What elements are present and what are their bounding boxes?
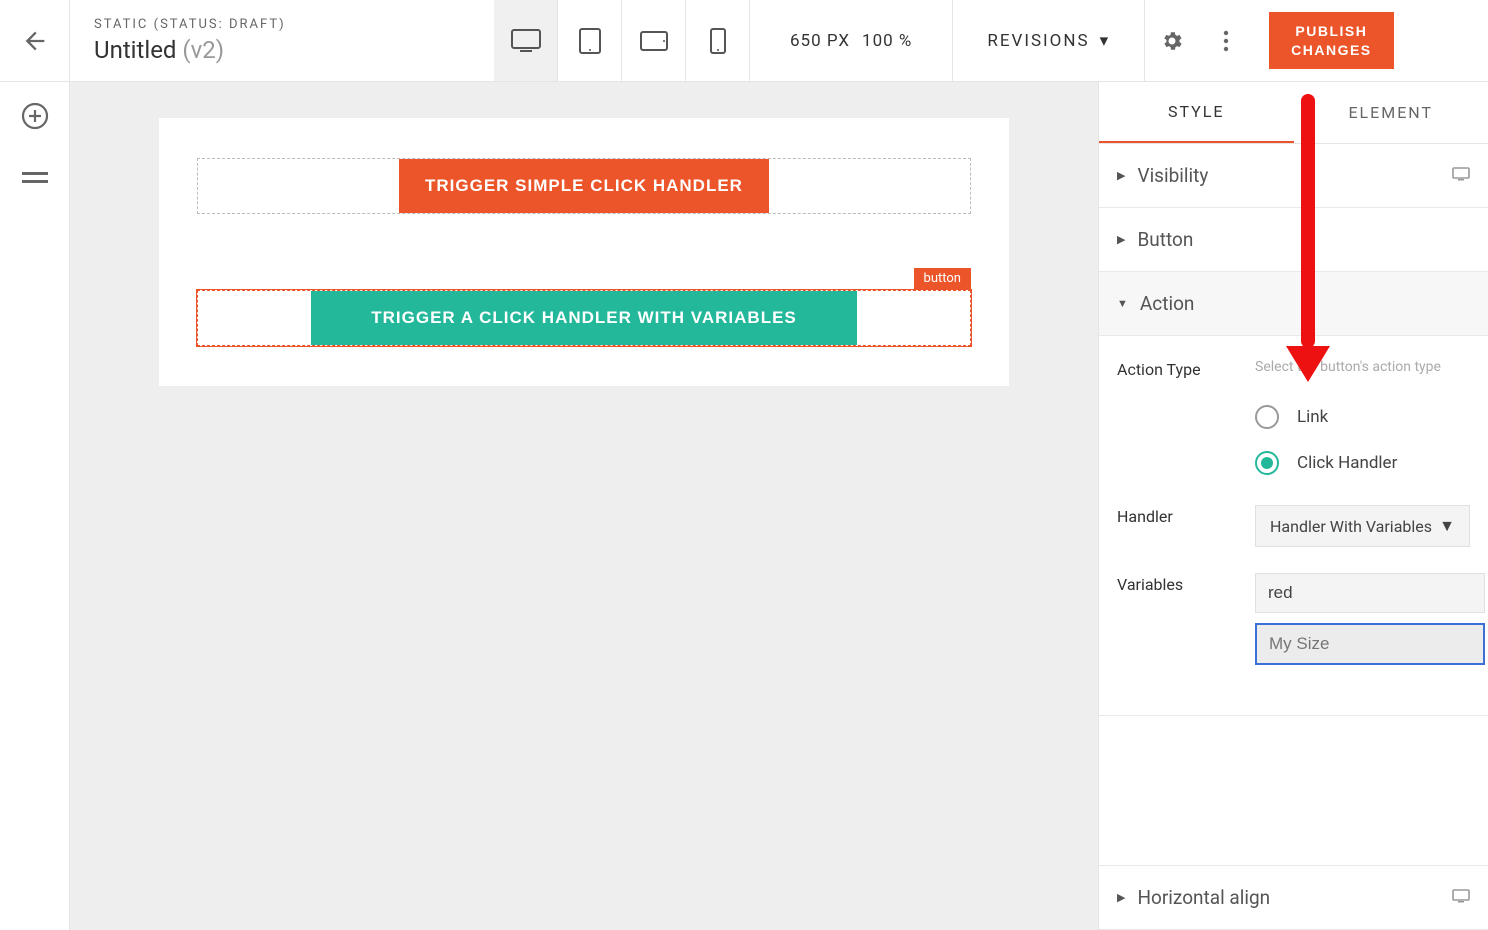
page-version: (v2) — [182, 36, 224, 64]
back-button[interactable] — [0, 0, 70, 81]
chevron-down-icon: ▼ — [1439, 516, 1455, 536]
more-button[interactable] — [1199, 0, 1253, 81]
device-mobile-tab[interactable] — [686, 0, 750, 81]
device-tablet-landscape-tab[interactable] — [622, 0, 686, 81]
more-vertical-icon — [1223, 30, 1229, 52]
radio-icon — [1255, 451, 1279, 475]
handler-label: Handler — [1117, 505, 1245, 547]
trigger-variables-click-button[interactable]: TRIGGER A CLICK HANDLER WITH VARIABLES — [311, 291, 857, 345]
action-body: Action Type Select the button's action t… — [1099, 336, 1488, 716]
caret-down-icon: ▼ — [1117, 297, 1128, 310]
action-type-hint: Select the button's action type — [1255, 358, 1441, 379]
canvas-dimensions: 650 PX 100 % — [750, 0, 953, 81]
caret-right-icon: ▶ — [1117, 233, 1125, 246]
button-container-1[interactable]: TRIGGER SIMPLE CLICK HANDLER — [197, 158, 971, 214]
tab-style[interactable]: STYLE — [1099, 82, 1294, 143]
handler-select[interactable]: Handler With Variables ▼ — [1255, 505, 1470, 547]
inspector-panel: STYLE ELEMENT ▶ Visibility ▶ Button ▼ Ac… — [1098, 82, 1488, 930]
tablet-portrait-icon — [579, 28, 601, 54]
add-element-button[interactable] — [21, 102, 49, 134]
page-title-block: STATIC (STATUS: DRAFT) Untitled (v2) — [70, 5, 494, 76]
desktop-icon — [511, 29, 541, 53]
radio-click-handler[interactable]: Click Handler — [1255, 451, 1470, 475]
caret-right-icon: ▶ — [1117, 169, 1125, 182]
page-status: STATIC (STATUS: DRAFT) — [94, 17, 470, 32]
radio-icon — [1255, 405, 1279, 429]
desktop-small-icon — [1452, 166, 1470, 185]
button-container-2[interactable]: TRIGGER A CLICK HANDLER WITH VARIABLES — [197, 290, 971, 346]
arrow-left-icon — [21, 27, 49, 55]
device-tabs — [494, 0, 750, 81]
variable-input-1[interactable] — [1255, 573, 1485, 613]
variable-input-2[interactable] — [1255, 623, 1485, 665]
publish-button[interactable]: PUBLISH CHANGES — [1269, 12, 1394, 70]
selected-element-wrap: button TRIGGER A CLICK HANDLER WITH VARI… — [197, 290, 971, 346]
settings-button[interactable] — [1145, 0, 1199, 81]
plus-circle-icon — [21, 102, 49, 130]
page-title: Untitled (v2) — [94, 36, 470, 64]
section-visibility[interactable]: ▶ Visibility — [1099, 144, 1488, 208]
tab-element[interactable]: ELEMENT — [1294, 82, 1488, 143]
list-icon — [22, 170, 48, 188]
action-type-label: Action Type — [1117, 358, 1245, 379]
section-button[interactable]: ▶ Button — [1099, 208, 1488, 272]
chevron-down-icon: ▾ — [1100, 31, 1111, 51]
section-action[interactable]: ▼ Action — [1099, 272, 1488, 336]
caret-right-icon: ▶ — [1117, 891, 1125, 904]
layers-button[interactable] — [22, 170, 48, 192]
canvas-area[interactable]: TRIGGER SIMPLE CLICK HANDLER button TRIG… — [70, 82, 1098, 930]
gear-icon — [1160, 29, 1184, 53]
device-tablet-portrait-tab[interactable] — [558, 0, 622, 81]
selection-tag: button — [914, 268, 971, 289]
tablet-landscape-icon — [640, 31, 668, 51]
revisions-dropdown[interactable]: REVISIONS ▾ — [953, 0, 1145, 81]
variables-label: Variables — [1117, 573, 1245, 675]
mobile-icon — [710, 28, 726, 54]
trigger-simple-click-button[interactable]: TRIGGER SIMPLE CLICK HANDLER — [399, 159, 769, 213]
device-desktop-tab[interactable] — [494, 0, 558, 81]
section-horizontal-align[interactable]: ▶ Horizontal align — [1099, 865, 1488, 930]
canvas[interactable]: TRIGGER SIMPLE CLICK HANDLER button TRIG… — [159, 118, 1009, 386]
radio-link[interactable]: Link — [1255, 405, 1470, 429]
desktop-small-icon — [1452, 888, 1470, 907]
